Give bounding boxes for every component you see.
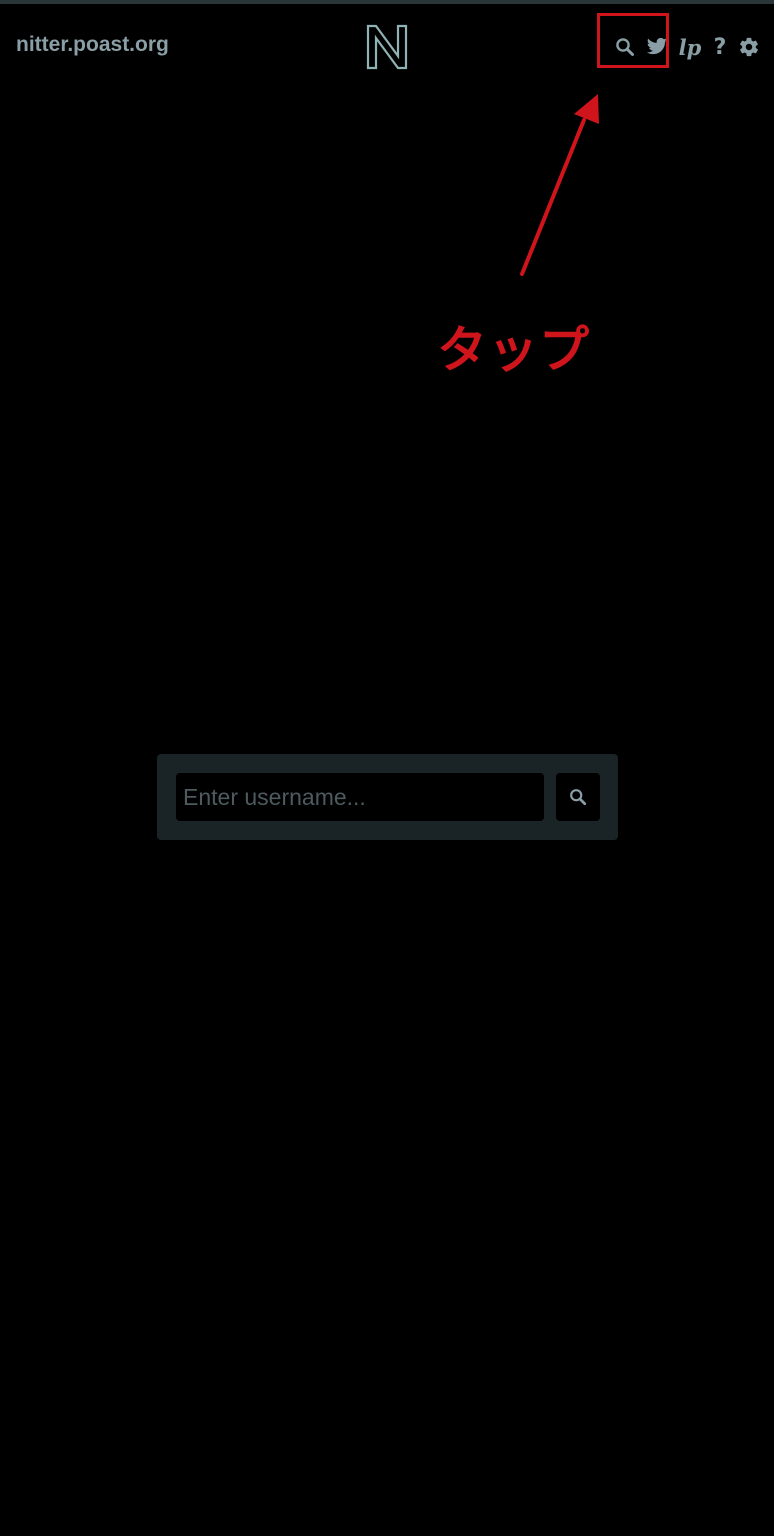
username-search-input[interactable] (176, 773, 544, 821)
annotation-highlight-box (597, 13, 669, 68)
gear-icon[interactable] (738, 36, 760, 58)
help-icon[interactable]: ? (712, 35, 728, 60)
annotation-arrow (520, 94, 599, 276)
lp-icon[interactable]: lp (678, 35, 702, 60)
nitter-logo[interactable] (364, 22, 410, 72)
site-name-link[interactable]: nitter.poast.org (16, 33, 169, 57)
annotation-tap-label: タップ (437, 321, 590, 379)
search-icon (570, 789, 587, 806)
search-submit-button[interactable] (556, 773, 600, 821)
search-panel (157, 754, 618, 840)
